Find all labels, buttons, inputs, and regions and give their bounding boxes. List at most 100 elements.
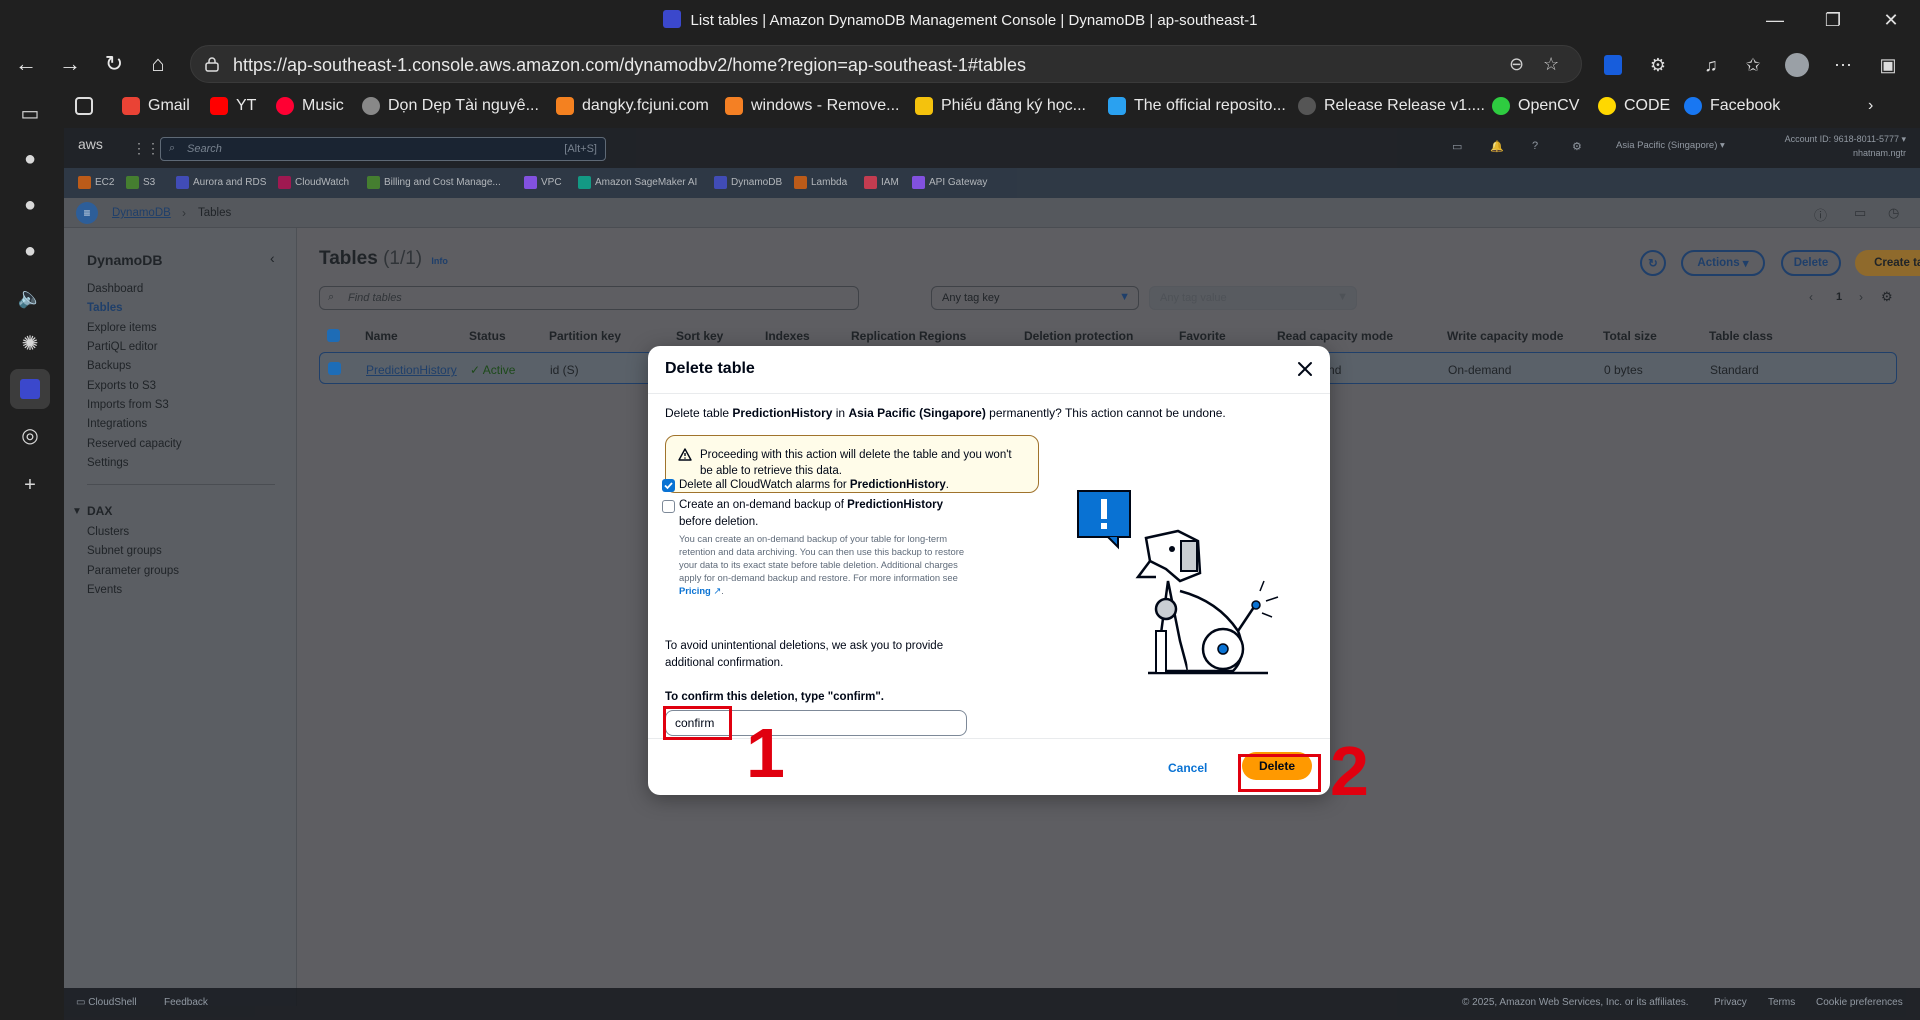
- bookmark-gmail[interactable]: Gmail: [122, 97, 190, 115]
- col-replication-regions[interactable]: Replication Regions: [851, 329, 966, 343]
- bookmark-opencv[interactable]: OpenCV: [1492, 97, 1579, 115]
- nav-clusters[interactable]: Clusters: [87, 526, 129, 538]
- bookmarks-overflow-icon[interactable]: ›: [1868, 97, 1873, 115]
- menu-hamburger-icon[interactable]: ≡: [76, 202, 98, 224]
- pricing-link[interactable]: Pricing: [679, 585, 711, 596]
- bookmark-phieu[interactable]: Phiếu đăng ký học...: [915, 97, 1086, 115]
- fav-s3[interactable]: S3: [126, 176, 155, 189]
- notifications-icon[interactable]: 🔔: [1490, 140, 1504, 153]
- preferences-gear-icon[interactable]: ⚙: [1881, 289, 1893, 305]
- settings-icon[interactable]: ⚙: [1572, 140, 1582, 153]
- nav-tables[interactable]: Tables: [87, 302, 123, 314]
- fav-lambda[interactable]: Lambda: [794, 176, 847, 189]
- nav-subnet-groups[interactable]: Subnet groups: [87, 545, 162, 557]
- fav-vpc[interactable]: VPC: [524, 176, 562, 189]
- create-backup-label[interactable]: Create an on-demand backup of Prediction…: [679, 497, 949, 531]
- cloudshell-icon[interactable]: ▭: [1452, 140, 1462, 153]
- fav-billing[interactable]: Billing and Cost Manage...: [367, 176, 501, 189]
- fav-dynamodb[interactable]: DynamoDB: [714, 176, 782, 189]
- bookmark-release[interactable]: Release Release v1....: [1298, 97, 1485, 115]
- nav-events[interactable]: Events: [87, 584, 122, 596]
- actions-button[interactable]: Actions ▾: [1681, 250, 1765, 276]
- cancel-button[interactable]: Cancel: [1168, 761, 1207, 775]
- tag-key-select[interactable]: Any tag key ▼: [931, 286, 1139, 310]
- bookmark-folder-icon[interactable]: [75, 97, 93, 115]
- bookmark-yt[interactable]: YT: [210, 97, 256, 115]
- delete-alarms-label[interactable]: Delete all CloudWatch alarms for Predict…: [679, 477, 949, 494]
- col-name[interactable]: Name: [365, 329, 398, 343]
- info-icon[interactable]: ⓘ: [1814, 205, 1827, 224]
- favorites-icon[interactable]: ✩: [1740, 52, 1766, 78]
- col-read-capacity[interactable]: Read capacity mode: [1277, 329, 1393, 343]
- restore-icon[interactable]: ❐: [1804, 0, 1862, 40]
- prev-page-icon[interactable]: ‹: [1809, 290, 1813, 304]
- close-icon[interactable]: [1294, 358, 1316, 380]
- create-table-button[interactable]: Create table: [1855, 250, 1920, 276]
- col-table-class[interactable]: Table class: [1709, 329, 1773, 343]
- delete-alarms-checkbox[interactable]: [662, 479, 675, 492]
- footer-cookies[interactable]: Cookie preferences: [1816, 997, 1903, 1008]
- help-icon[interactable]: ?: [1532, 140, 1538, 152]
- nav-integrations[interactable]: Integrations: [87, 418, 147, 430]
- sidebar-toggle-icon[interactable]: ▣: [1875, 52, 1901, 78]
- url-bar[interactable]: https://ap-southeast-1.console.aws.amazo…: [190, 45, 1582, 83]
- row-checkbox[interactable]: [328, 362, 341, 375]
- col-partition-key[interactable]: Partition key: [549, 329, 621, 343]
- nav-backups[interactable]: Backups: [87, 360, 131, 372]
- col-total-size[interactable]: Total size: [1603, 329, 1657, 343]
- col-write-capacity[interactable]: Write capacity mode: [1447, 329, 1563, 343]
- aws-search-input[interactable]: ⌕ Search [Alt+S]: [160, 137, 606, 161]
- nav-explore-items[interactable]: Explore items: [87, 322, 157, 334]
- nav-exports-to-s3[interactable]: Exports to S3: [87, 380, 156, 392]
- minimize-icon[interactable]: —: [1746, 0, 1804, 40]
- bookmark-dangky[interactable]: dangky.fcjuni.com: [556, 97, 709, 115]
- col-sort-key[interactable]: Sort key: [676, 329, 723, 343]
- zoom-icon[interactable]: ⊖: [1509, 54, 1524, 75]
- bookmark-official-repo[interactable]: The official reposito...: [1108, 97, 1286, 115]
- nav-parameter-groups[interactable]: Parameter groups: [87, 565, 179, 577]
- forward-icon[interactable]: →: [52, 48, 88, 80]
- page-number[interactable]: 1: [1836, 291, 1842, 303]
- close-window-icon[interactable]: ✕: [1862, 0, 1920, 40]
- fav-rds[interactable]: Aurora and RDS: [176, 176, 266, 189]
- footer-privacy[interactable]: Privacy: [1714, 997, 1747, 1008]
- dax-expand-icon[interactable]: ▼: [72, 506, 82, 517]
- back-icon[interactable]: ←: [8, 48, 44, 80]
- tag-value-select[interactable]: Any tag value ▼: [1149, 286, 1357, 310]
- col-status[interactable]: Status: [469, 329, 506, 343]
- globe-icon[interactable]: ◎: [15, 420, 45, 450]
- fav-cloudwatch[interactable]: CloudWatch: [278, 176, 349, 189]
- github-icon[interactable]: ●: [15, 144, 45, 174]
- refresh-button[interactable]: ↻: [1640, 250, 1666, 276]
- favorite-star-icon[interactable]: ☆: [1543, 54, 1559, 75]
- col-deletion-protection[interactable]: Deletion protection: [1024, 329, 1133, 343]
- bookmark-facebook[interactable]: Facebook: [1684, 97, 1780, 115]
- bookmark-music[interactable]: Music: [276, 97, 344, 115]
- next-page-icon[interactable]: ›: [1859, 290, 1863, 304]
- collapse-nav-icon[interactable]: ‹: [270, 250, 275, 266]
- bookmark-code[interactable]: CODE: [1598, 97, 1670, 115]
- nav-imports-from-s3[interactable]: Imports from S3: [87, 399, 169, 411]
- time-icon[interactable]: ◷: [1888, 205, 1899, 221]
- fav-sagemaker[interactable]: Amazon SageMaker AI: [578, 176, 697, 189]
- bookmark-don-dep[interactable]: Dọn Dẹp Tài nguyê...: [362, 97, 539, 115]
- footer-feedback[interactable]: Feedback: [164, 997, 208, 1008]
- tabs-icon[interactable]: ▭: [15, 98, 45, 128]
- footer-terms[interactable]: Terms: [1768, 997, 1795, 1008]
- select-all-checkbox[interactable]: [327, 329, 340, 342]
- find-tables-input[interactable]: ⌕ Find tables: [319, 286, 859, 310]
- delete-table-button[interactable]: Delete: [1781, 250, 1841, 276]
- more-menu-icon[interactable]: ⋯: [1830, 52, 1856, 78]
- media-icon[interactable]: ♫: [1698, 52, 1724, 78]
- col-indexes[interactable]: Indexes: [765, 329, 810, 343]
- speaker-icon[interactable]: 🔈: [15, 282, 45, 312]
- create-backup-checkbox[interactable]: [662, 500, 675, 513]
- region-selector[interactable]: Asia Pacific (Singapore) ▾: [1616, 140, 1725, 151]
- account-menu[interactable]: Account ID: 9618-8011-5777 ▾ nhatnam.ngt…: [1785, 132, 1906, 160]
- feedback-icon[interactable]: ▭: [1854, 205, 1866, 221]
- breadcrumb-dynamodb[interactable]: DynamoDB: [112, 207, 171, 219]
- nav-dashboard[interactable]: Dashboard: [87, 283, 143, 295]
- nav-settings[interactable]: Settings: [87, 457, 129, 469]
- fav-iam[interactable]: IAM: [864, 176, 899, 189]
- bookmark-windows[interactable]: windows - Remove...: [725, 97, 900, 115]
